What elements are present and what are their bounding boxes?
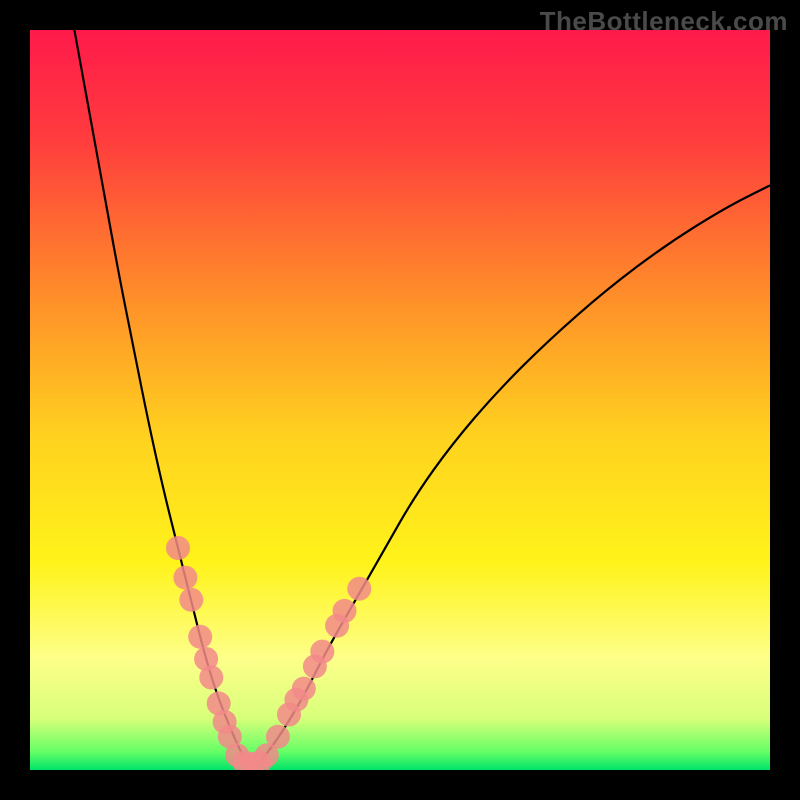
data-marker — [199, 666, 223, 690]
chart-background — [30, 30, 770, 770]
chart-frame: TheBottleneck.com — [0, 0, 800, 800]
watermark-text: TheBottleneck.com — [540, 6, 788, 37]
data-marker — [310, 640, 334, 664]
data-marker — [179, 588, 203, 612]
data-marker — [266, 725, 290, 749]
data-marker — [333, 599, 357, 623]
data-marker — [173, 566, 197, 590]
chart-plot-area — [30, 30, 770, 770]
data-marker — [166, 536, 190, 560]
chart-svg — [30, 30, 770, 770]
data-marker — [292, 677, 316, 701]
data-marker — [188, 625, 212, 649]
data-marker — [347, 577, 371, 601]
